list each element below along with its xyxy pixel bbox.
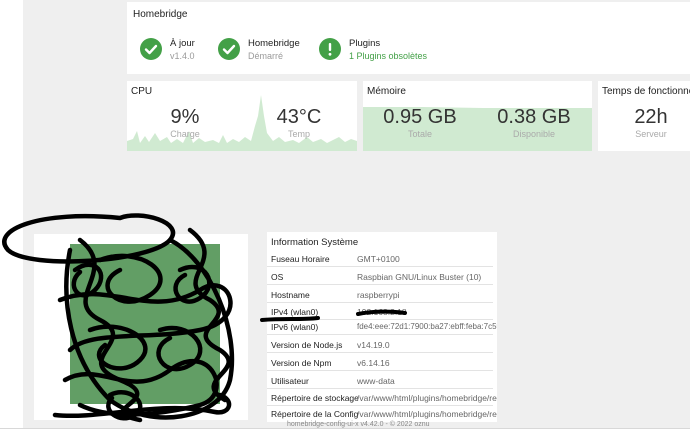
- info-key: Utilisateur: [271, 376, 309, 386]
- status-widget-title: Homebridge: [133, 9, 188, 20]
- exclamation-circle-icon: [319, 38, 341, 60]
- status-item-sub: Démarré: [248, 51, 284, 61]
- check-circle-icon: [140, 38, 162, 60]
- info-key: Répertoire de la Config: [271, 409, 359, 419]
- info-value: GMT+0100: [357, 254, 400, 264]
- memory-total-metric: 0.95 GB Totale: [377, 105, 463, 140]
- info-key: OS: [271, 272, 284, 282]
- uptime-widget: Temps de fonctionnement 22h Serveur: [598, 81, 690, 151]
- info-key: IPv4 (wlan0): [271, 307, 319, 317]
- status-item-sub: v1.4.0: [170, 51, 195, 61]
- uptime-label: Serveur: [635, 129, 667, 139]
- uptime-metric: 22h Serveur: [626, 105, 676, 140]
- cpu-load-metric: 9% Charge: [161, 105, 209, 140]
- memory-total-value: 0.95 GB: [383, 106, 457, 128]
- footer-version: homebridge-config-ui-x v4.42.0 - © 2022 …: [287, 421, 430, 428]
- uptime-value: 22h: [634, 106, 668, 128]
- info-value: v14.19.0: [357, 340, 390, 350]
- divider: [267, 284, 493, 285]
- memory-widget: Mémoire 0.95 GB Totale 0.38 GB Disponibl…: [363, 81, 592, 151]
- obscured-widget: [34, 234, 248, 420]
- system-info-title: Information Système: [271, 237, 359, 248]
- info-key: Version de Node.js: [271, 340, 343, 350]
- memory-widget-title: Mémoire: [367, 86, 406, 97]
- cpu-temp-label: Temp: [287, 129, 310, 139]
- dashboard-area: Homebridge À jour v1.4.0 Homebridge Déma…: [23, 0, 690, 428]
- info-key: Version de Npm: [271, 358, 332, 368]
- check-circle-icon: [218, 38, 240, 60]
- cpu-temp-value: 43°C: [276, 106, 322, 128]
- info-value: /var/www/html/plugins/homebridge/re: [357, 393, 497, 403]
- cpu-temp-metric: 43°C Temp: [267, 105, 331, 140]
- info-key: Répertoire de stockage: [271, 393, 359, 403]
- bottom-bar: [0, 428, 690, 444]
- divider: [267, 352, 493, 353]
- status-item-label: Homebridge: [248, 38, 300, 49]
- cpu-widget-title: CPU: [131, 86, 153, 97]
- memory-total-label: Totale: [407, 129, 433, 139]
- info-value: fde4:eee:72d1:7900:ba27:ebff:feba:7c59: [357, 322, 497, 331]
- status-widget: Homebridge À jour v1.4.0 Homebridge Déma…: [127, 2, 690, 74]
- memory-available-metric: 0.38 GB Disponible: [491, 105, 577, 140]
- divider: [267, 405, 493, 406]
- memory-available-value: 0.38 GB: [497, 106, 571, 128]
- status-item-plugins[interactable]: Plugins 1 Plugins obsolètes: [319, 36, 479, 66]
- uptime-widget-title: Temps de fonctionnement: [602, 86, 690, 97]
- info-value: www-data: [357, 376, 395, 386]
- cpu-load-value: 9%: [170, 106, 200, 128]
- info-value: 192.168.2.18: [357, 307, 407, 317]
- info-key: IPv6 (wlan0): [271, 322, 319, 332]
- info-value: Raspbian GNU/Linux Buster (10): [357, 272, 482, 282]
- status-item-label: À jour: [170, 38, 195, 49]
- status-item-label: Plugins: [349, 38, 381, 49]
- divider: [267, 388, 493, 389]
- info-value: /var/www/html/plugins/homebridge/re: [357, 409, 497, 419]
- info-value: v6.14.16: [357, 358, 390, 368]
- redacted-content: [70, 244, 220, 404]
- cpu-load-label: Charge: [170, 129, 200, 139]
- divider: [267, 334, 493, 335]
- divider: [267, 319, 493, 320]
- info-value: raspberrypi: [357, 290, 400, 300]
- divider: [267, 370, 493, 371]
- info-key: Hostname: [271, 290, 310, 300]
- status-item-sub: 1 Plugins obsolètes: [349, 51, 428, 61]
- divider: [267, 266, 493, 267]
- cpu-widget: CPU 9% Charge 43°C Temp: [127, 81, 357, 151]
- system-info-widget: Information Système Fuseau Horaire GMT+0…: [267, 232, 497, 422]
- divider: [267, 302, 493, 303]
- memory-available-label: Disponible: [512, 129, 556, 139]
- info-key: Fuseau Horaire: [271, 254, 330, 264]
